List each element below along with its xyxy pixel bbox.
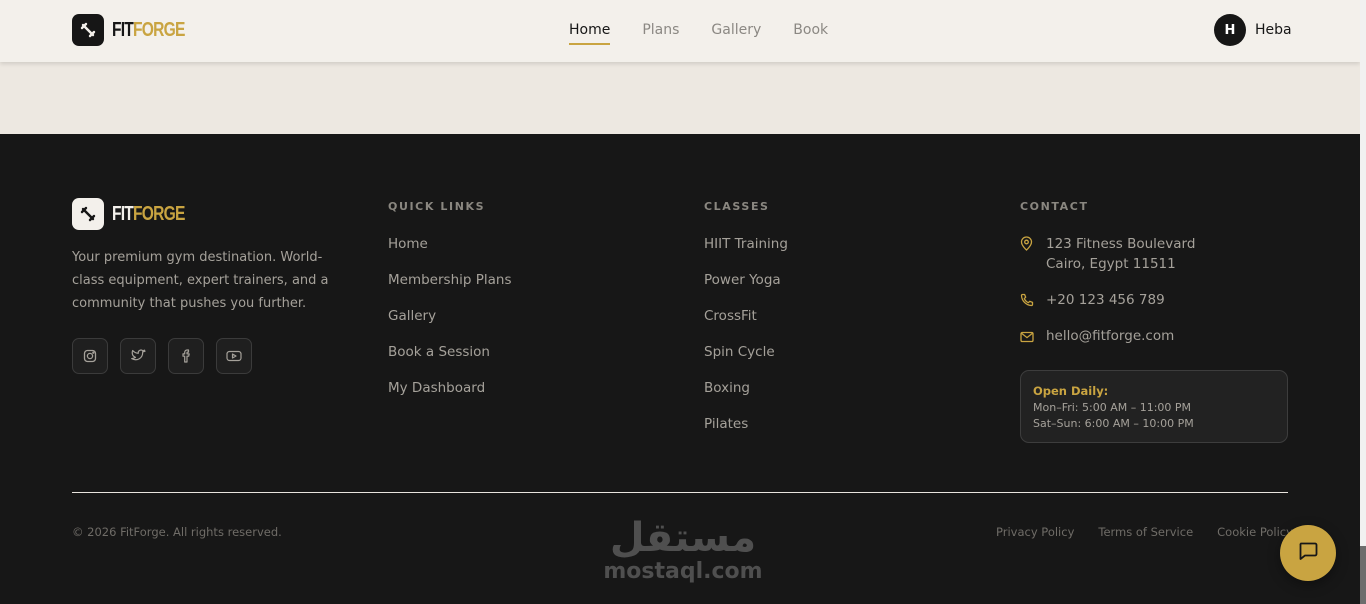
footer: FITFORGE Your premium gym destination. W… <box>0 134 1360 604</box>
contact-email: hello@fitforge.com <box>1020 326 1174 347</box>
watermark-arabic: مستقل <box>609 515 757 561</box>
nav-link-book[interactable]: Book <box>793 22 828 44</box>
class-link-hiit[interactable]: HIIT Training <box>704 236 788 272</box>
opening-hours-card: Open Daily: Mon–Fri: 5:00 AM – 11:00 PM … <box>1020 370 1288 443</box>
facebook-icon[interactable] <box>168 338 204 374</box>
footer-logo[interactable]: FITFORGE <box>72 198 205 230</box>
quick-link-dashboard[interactable]: My Dashboard <box>388 380 511 416</box>
user-name: Heba <box>1255 22 1292 38</box>
dumbbell-icon <box>72 14 104 46</box>
terms-of-service-link[interactable]: Terms of Service <box>1098 525 1193 539</box>
nav-link-plans[interactable]: Plans <box>642 22 679 44</box>
social-links <box>72 338 252 374</box>
quick-link-book-session[interactable]: Book a Session <box>388 344 511 380</box>
class-link-boxing[interactable]: Boxing <box>704 380 788 416</box>
class-link-spin-cycle[interactable]: Spin Cycle <box>704 344 788 380</box>
logo-text: FITFORGE <box>112 18 185 41</box>
contact-address: 123 Fitness Boulevard Cairo, Egypt 11511 <box>1020 234 1195 274</box>
legal-links: Privacy Policy Terms of Service Cookie P… <box>996 525 1293 539</box>
mail-icon <box>1020 326 1046 347</box>
class-link-power-yoga[interactable]: Power Yoga <box>704 272 788 308</box>
nav-link-gallery[interactable]: Gallery <box>711 22 761 44</box>
nav-link-home[interactable]: Home <box>569 22 611 45</box>
phone-icon <box>1020 290 1046 311</box>
main-nav: Home Plans Gallery Book <box>569 22 828 45</box>
quick-links-heading: QUICK LINKS <box>388 200 486 213</box>
quick-link-membership-plans[interactable]: Membership Plans <box>388 272 511 308</box>
phone-number[interactable]: +20 123 456 789 <box>1046 290 1165 311</box>
dumbbell-icon <box>72 198 104 230</box>
contact-heading: CONTACT <box>1020 200 1089 213</box>
class-link-crossfit[interactable]: CrossFit <box>704 308 788 344</box>
footer-tagline: Your premium gym destination. World-clas… <box>72 250 329 311</box>
quick-link-home[interactable]: Home <box>388 236 511 272</box>
avatar: H <box>1214 14 1246 46</box>
copyright-text: © 2026 FitForge. All rights reserved. <box>72 525 282 539</box>
youtube-icon[interactable] <box>216 338 252 374</box>
navbar: FITFORGE Home Plans Gallery Book H Heba <box>0 0 1360 62</box>
cookie-policy-link[interactable]: Cookie Policy <box>1217 525 1293 539</box>
privacy-policy-link[interactable]: Privacy Policy <box>996 525 1074 539</box>
contact-phone: +20 123 456 789 <box>1020 290 1165 311</box>
logo-text: FITFORGE <box>112 202 185 225</box>
page-scrollbar[interactable] <box>1360 0 1366 604</box>
quick-link-gallery[interactable]: Gallery <box>388 308 511 344</box>
classes-list: HIIT Training Power Yoga CrossFit Spin C… <box>704 236 788 452</box>
user-menu[interactable]: H Heba <box>1214 14 1292 46</box>
mostaql-watermark: مستقل mostaql.com <box>598 514 768 584</box>
footer-divider <box>72 492 1288 493</box>
chat-button[interactable] <box>1280 525 1336 581</box>
hours-title: Open Daily: <box>1033 384 1109 398</box>
address-line-2: Cairo, Egypt 11511 <box>1046 256 1176 272</box>
email-address[interactable]: hello@fitforge.com <box>1046 326 1174 347</box>
hours-weekend: Sat–Sun: 6:00 AM – 10:00 PM <box>1033 417 1194 430</box>
class-link-pilates[interactable]: Pilates <box>704 416 788 452</box>
twitter-icon[interactable] <box>120 338 156 374</box>
hours-weekdays: Mon–Fri: 5:00 AM – 11:00 PM <box>1033 401 1192 414</box>
classes-heading: CLASSES <box>704 200 770 213</box>
instagram-icon[interactable] <box>72 338 108 374</box>
logo[interactable]: FITFORGE <box>72 14 205 46</box>
scrollbar-thumb[interactable] <box>1360 546 1366 604</box>
map-pin-icon <box>1020 234 1046 274</box>
watermark-latin: mostaql.com <box>603 559 763 584</box>
quick-links-list: Home Membership Plans Gallery Book a Ses… <box>388 236 511 416</box>
address-line-1: 123 Fitness Boulevard <box>1046 236 1196 252</box>
chat-icon <box>1297 540 1319 566</box>
